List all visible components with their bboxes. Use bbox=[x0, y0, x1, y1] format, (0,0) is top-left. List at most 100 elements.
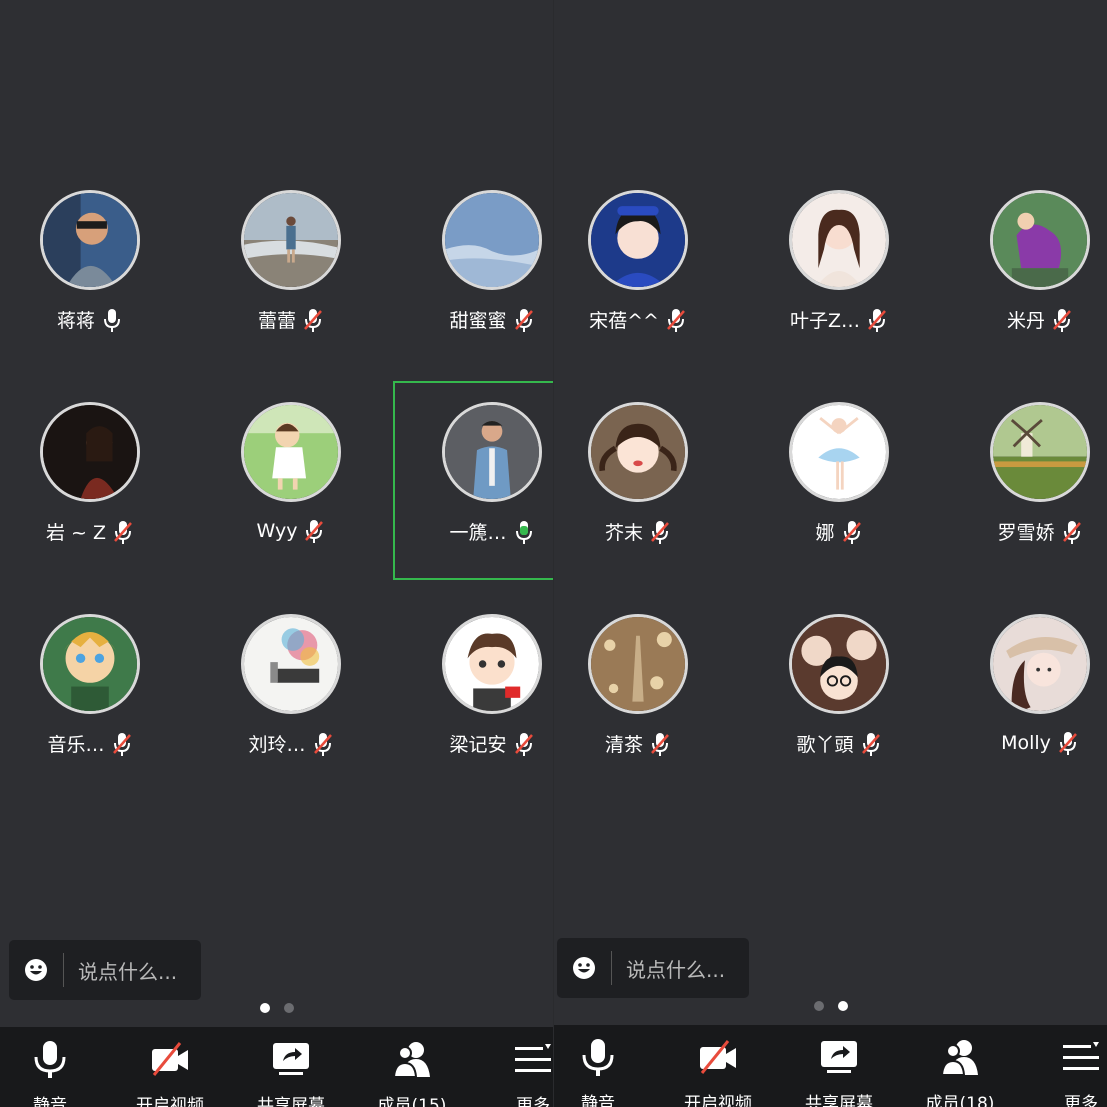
avatar bbox=[40, 190, 140, 290]
microphone-muted-icon bbox=[305, 520, 324, 543]
chat-placeholder: 说点什么... bbox=[78, 959, 178, 984]
participant-tile[interactable]: 刘玲… bbox=[201, 614, 391, 804]
meeting-screen-right: 宋蓓^^ 叶子Z… 米丹 芥末 娜 罗雪娇 清茶 歌丫頭 Molly 说点什么.… bbox=[554, 0, 1107, 1107]
participant-tile[interactable]: 米丹 bbox=[950, 190, 1107, 380]
participant-name: 娜 bbox=[815, 522, 835, 544]
microphone-muted-icon bbox=[1058, 732, 1077, 755]
microphone-muted-icon bbox=[666, 308, 685, 332]
microphone-muted-icon bbox=[114, 520, 132, 544]
participant-tile[interactable]: 音乐… bbox=[0, 614, 190, 804]
participant-name: 蒋蒋 bbox=[56, 310, 95, 332]
participant-name: 宋蓓^^ bbox=[589, 310, 659, 332]
share-screen-label: 共享屏幕 bbox=[805, 1094, 873, 1107]
participant-name: Molly bbox=[1001, 732, 1051, 754]
microphone-muted-icon bbox=[842, 520, 861, 544]
page-dot[interactable] bbox=[283, 1003, 294, 1013]
participant-name: 叶子Z… bbox=[789, 310, 861, 332]
members-button[interactable]: 成员(18) bbox=[910, 1025, 1010, 1107]
participant-tile[interactable]: 娜 bbox=[749, 402, 939, 592]
mute-label: 静音 bbox=[33, 1096, 67, 1107]
participant-tile[interactable]: 岩 ~ Z bbox=[0, 402, 190, 592]
avatar bbox=[789, 190, 889, 290]
page-indicator bbox=[0, 1003, 553, 1013]
divider bbox=[63, 953, 64, 987]
participant-tile[interactable]: Molly bbox=[950, 614, 1107, 804]
participant-tile[interactable]: 叶子Z… bbox=[749, 190, 939, 380]
meeting-screen-left: 蒋蒋 蕾蕾 甜蜜蜜 岩 ~ Z Wyy 一篪… 音乐… 刘玲… 梁记安 说点什么… bbox=[0, 0, 553, 1107]
divider bbox=[611, 951, 612, 985]
more-button[interactable]: 更多 bbox=[483, 1027, 553, 1107]
participant-name: Wyy bbox=[256, 520, 298, 542]
participant-name: 清茶 bbox=[604, 734, 643, 756]
microphone-muted-icon bbox=[1062, 520, 1081, 544]
page-dot-active[interactable] bbox=[837, 1001, 848, 1011]
emoji-icon[interactable] bbox=[571, 955, 597, 981]
participant-name: 岩 ~ Z bbox=[45, 522, 106, 544]
participant-tile[interactable]: 清茶 bbox=[554, 614, 738, 804]
participant-tile[interactable]: 甜蜜蜜 bbox=[402, 190, 553, 380]
more-button[interactable]: 更多 bbox=[1031, 1025, 1107, 1107]
start-video-button[interactable]: 开启视频 bbox=[120, 1027, 220, 1107]
bottom-toolbar: 静音 开启视频 共享屏幕 成员(18) 更多 bbox=[554, 1025, 1107, 1107]
microphone-icon bbox=[582, 1039, 614, 1076]
participant-name: 音乐… bbox=[47, 734, 105, 756]
chat-placeholder: 说点什么... bbox=[626, 957, 726, 982]
microphone-icon bbox=[34, 1041, 66, 1078]
avatar bbox=[588, 402, 688, 502]
avatar bbox=[588, 614, 688, 714]
members-icon bbox=[940, 1040, 978, 1076]
more-menu-icon bbox=[1063, 1042, 1099, 1070]
microphone-muted-icon bbox=[1053, 308, 1071, 332]
avatar bbox=[789, 402, 889, 502]
avatar bbox=[990, 614, 1090, 714]
avatar bbox=[990, 402, 1090, 502]
more-menu-icon bbox=[515, 1044, 551, 1072]
emoji-icon[interactable] bbox=[23, 957, 49, 983]
share-screen-button[interactable]: 共享屏幕 bbox=[241, 1027, 341, 1107]
participant-name: 米丹 bbox=[1006, 310, 1045, 332]
members-icon bbox=[392, 1042, 430, 1078]
avatar bbox=[588, 190, 688, 290]
members-button[interactable]: 成员(15) bbox=[362, 1027, 462, 1107]
more-label: 更多 bbox=[516, 1096, 550, 1107]
participant-tile[interactable]: 蕾蕾 bbox=[201, 190, 391, 380]
video-off-icon bbox=[700, 1040, 736, 1074]
chat-input[interactable]: 说点什么... bbox=[9, 940, 201, 1000]
members-label: 成员(18) bbox=[925, 1094, 995, 1107]
microphone-muted-icon bbox=[861, 732, 880, 756]
active-speaker-frame bbox=[393, 381, 553, 580]
bottom-toolbar: 静音 开启视频 共享屏幕 成员(15) 更多 bbox=[0, 1027, 553, 1107]
microphone-muted-icon bbox=[651, 732, 669, 756]
chat-input[interactable]: 说点什么... bbox=[557, 938, 749, 998]
participant-tile[interactable]: 蒋蒋 bbox=[0, 190, 190, 380]
page-indicator bbox=[554, 1001, 1107, 1011]
avatar bbox=[40, 402, 140, 502]
mute-button[interactable]: 静音 bbox=[554, 1025, 648, 1107]
participant-name: 歌丫頭 bbox=[796, 734, 854, 756]
share-screen-button[interactable]: 共享屏幕 bbox=[789, 1025, 889, 1107]
microphone-muted-icon bbox=[112, 732, 131, 756]
participant-tile[interactable]: 歌丫頭 bbox=[749, 614, 939, 804]
microphone-muted-icon bbox=[313, 732, 332, 756]
avatar bbox=[241, 190, 341, 290]
microphone-muted-icon bbox=[514, 732, 533, 756]
avatar bbox=[442, 190, 542, 290]
mute-button[interactable]: 静音 bbox=[0, 1027, 100, 1107]
participant-tile[interactable]: Wyy bbox=[201, 402, 391, 592]
participant-name: 甜蜜蜜 bbox=[449, 310, 507, 332]
participant-tile[interactable]: 芥末 bbox=[554, 402, 738, 592]
start-video-button[interactable]: 开启视频 bbox=[668, 1025, 768, 1107]
more-label: 更多 bbox=[1064, 1094, 1098, 1107]
participant-tile[interactable]: 罗雪娇 bbox=[950, 402, 1107, 592]
participant-name: 罗雪娇 bbox=[997, 522, 1055, 544]
participant-tile[interactable]: 梁记安 bbox=[402, 614, 553, 804]
mute-label: 静音 bbox=[581, 1094, 615, 1107]
page-dot[interactable] bbox=[813, 1001, 824, 1011]
members-label: 成员(15) bbox=[377, 1096, 447, 1107]
page-dot-active[interactable] bbox=[259, 1003, 270, 1013]
participant-tile[interactable]: 宋蓓^^ bbox=[554, 190, 738, 380]
participant-name: 刘玲… bbox=[248, 734, 306, 756]
microphone-muted-icon bbox=[651, 520, 669, 544]
start-video-label: 开启视频 bbox=[684, 1094, 752, 1107]
microphone-muted-icon bbox=[304, 308, 322, 332]
